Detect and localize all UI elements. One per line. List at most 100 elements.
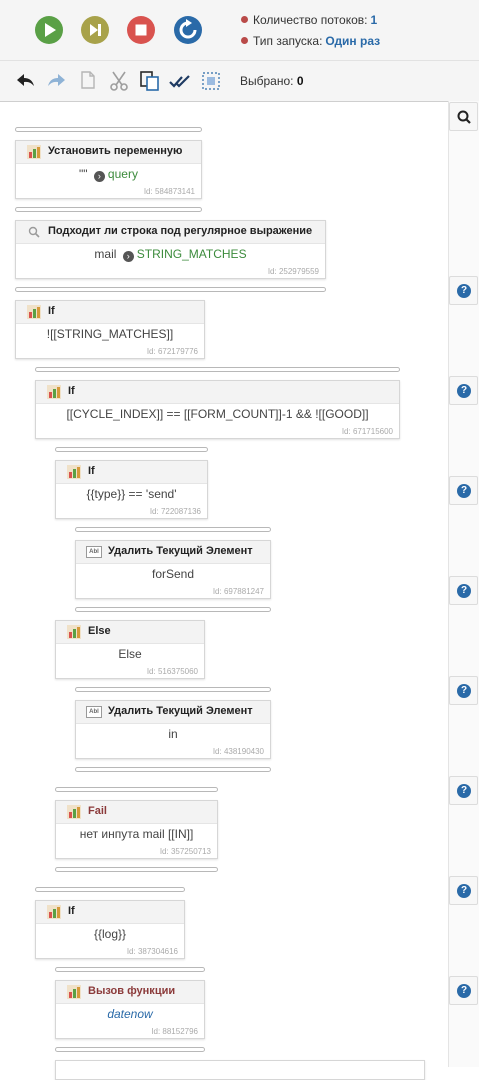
- action-block-function-call[interactable]: Вызов функции datenow Id: 88152796: [55, 980, 205, 1039]
- action-block-partial[interactable]: [55, 1060, 425, 1080]
- search-icon: [457, 110, 471, 124]
- drop-connector[interactable]: [15, 127, 202, 132]
- select-all-icon[interactable]: [168, 69, 192, 93]
- block-header: Abl Удалить Текущий Элемент: [76, 541, 270, 564]
- block-header: If: [36, 901, 184, 924]
- block-title: If: [88, 465, 95, 477]
- launch-value[interactable]: Один раз: [325, 34, 380, 48]
- block-title: Удалить Текущий Элемент: [108, 705, 253, 717]
- drop-connector[interactable]: [15, 207, 202, 212]
- drop-connector[interactable]: [75, 527, 271, 532]
- regex-search-icon: [28, 226, 40, 238]
- function-name: datenow: [107, 1007, 153, 1021]
- selected-count: Выбрано: 0: [240, 74, 304, 88]
- action-block-else[interactable]: Else Else Id: 516375060: [55, 620, 205, 679]
- condition-icon: [27, 305, 41, 319]
- action-block-if[interactable]: If ![[STRING_MATCHES]] Id: 672179776: [15, 300, 205, 359]
- help-icon: ?: [457, 484, 471, 498]
- variable-icon: [27, 145, 41, 159]
- copy-icon[interactable]: [77, 69, 101, 93]
- block-id: Id: 722087136: [149, 507, 201, 516]
- paste-icon[interactable]: [138, 69, 162, 93]
- help-button[interactable]: ?: [449, 976, 478, 1005]
- redo-icon[interactable]: [45, 69, 69, 93]
- action-block-if[interactable]: If [[CYCLE_INDEX]] == [[FORM_COUNT]]-1 &…: [35, 380, 400, 439]
- drop-connector[interactable]: [35, 367, 400, 372]
- help-button[interactable]: ?: [449, 576, 478, 605]
- control-bar: Количество потоков: 1 Тип запуска: Один ра…: [0, 0, 479, 60]
- stop-button[interactable]: [126, 15, 156, 45]
- drop-connector[interactable]: [55, 787, 218, 792]
- abl-icon: Abl: [86, 546, 102, 558]
- help-button[interactable]: ?: [449, 776, 478, 805]
- block-id: Id: 584873141: [143, 187, 195, 196]
- block-id: Id: 438190430: [212, 747, 264, 756]
- block-header: If: [36, 381, 399, 404]
- block-body: datenow: [56, 1007, 204, 1021]
- block-title: Fail: [88, 805, 107, 817]
- help-button[interactable]: ?: [449, 476, 478, 505]
- block-title: If: [68, 385, 75, 397]
- drop-connector[interactable]: [35, 887, 185, 892]
- action-block-delete-element[interactable]: Abl Удалить Текущий Элемент in Id: 43819…: [75, 700, 271, 759]
- block-body: mail › STRING_MATCHES: [16, 247, 325, 262]
- launch-status: Тип запуска: Один раз: [241, 34, 380, 48]
- arrow-right-icon: ›: [122, 251, 134, 262]
- drop-connector[interactable]: [75, 607, 271, 612]
- block-body: in: [168, 727, 178, 741]
- block-title: If: [68, 905, 75, 917]
- drop-connector[interactable]: [55, 447, 208, 452]
- condition-icon: [47, 905, 61, 919]
- action-block-if[interactable]: If {{type}} == 'send' Id: 722087136: [55, 460, 208, 519]
- block-id: Id: 252979559: [267, 267, 319, 276]
- block-header: Fail: [56, 801, 217, 824]
- block-title: Удалить Текущий Элемент: [108, 545, 253, 557]
- threads-label: Количество потоков:: [253, 13, 368, 27]
- threads-value[interactable]: 1: [371, 13, 378, 27]
- block-body: [[CYCLE_INDEX]] == [[FORM_COUNT]]-1 && !…: [66, 407, 369, 421]
- drop-connector[interactable]: [15, 287, 326, 292]
- selected-label: Выбрано:: [240, 74, 294, 88]
- action-block-delete-element[interactable]: Abl Удалить Текущий Элемент forSend Id: …: [75, 540, 271, 599]
- action-block-if[interactable]: If {{log}} Id: 387304616: [35, 900, 185, 959]
- function-icon: [67, 985, 81, 999]
- help-button[interactable]: ?: [449, 876, 478, 905]
- search-button[interactable]: [449, 102, 478, 131]
- help-icon: ?: [457, 684, 471, 698]
- help-icon: ?: [457, 584, 471, 598]
- block-output-var: STRING_MATCHES: [136, 247, 247, 261]
- block-id: Id: 671715600: [341, 427, 393, 436]
- block-header: Else: [56, 621, 204, 644]
- block-id: Id: 88152796: [151, 1027, 198, 1036]
- help-button[interactable]: ?: [449, 676, 478, 705]
- block-body: {{type}} == 'send': [86, 487, 177, 501]
- abl-icon: Abl: [86, 706, 102, 718]
- drop-connector[interactable]: [75, 687, 271, 692]
- block-id: Id: 387304616: [126, 947, 178, 956]
- block-input: "": [79, 167, 88, 181]
- drop-connector[interactable]: [55, 867, 218, 872]
- pause-step-button[interactable]: [80, 15, 110, 45]
- drop-connector[interactable]: [75, 767, 271, 772]
- drop-connector[interactable]: [55, 967, 205, 972]
- edit-toolbar: Выбрано: 0: [0, 60, 479, 102]
- block-header: If: [56, 461, 207, 484]
- block-body: {{log}}: [93, 927, 127, 941]
- action-block-regex-match[interactable]: Подходит ли строка под регулярное выраже…: [15, 220, 326, 279]
- fail-icon: [67, 805, 81, 819]
- block-id: Id: 672179776: [146, 347, 198, 356]
- block-body: forSend: [151, 567, 195, 581]
- block-body: Else: [118, 647, 142, 661]
- drop-connector[interactable]: [55, 1047, 205, 1052]
- selection-box-icon[interactable]: [199, 69, 223, 93]
- play-button[interactable]: [34, 15, 64, 45]
- help-button[interactable]: ?: [449, 376, 478, 405]
- undo-icon[interactable]: [13, 69, 37, 93]
- cut-icon[interactable]: [107, 69, 131, 93]
- block-header: Подходит ли строка под регулярное выраже…: [16, 221, 325, 244]
- action-block-fail[interactable]: Fail нет инпута mail [[IN]] Id: 35725071…: [55, 800, 218, 859]
- restart-button[interactable]: [173, 15, 203, 45]
- help-button[interactable]: ?: [449, 276, 478, 305]
- launch-label: Тип запуска:: [253, 34, 323, 48]
- action-block-set-variable[interactable]: Установить переменную "" › query Id: 5848…: [15, 140, 202, 199]
